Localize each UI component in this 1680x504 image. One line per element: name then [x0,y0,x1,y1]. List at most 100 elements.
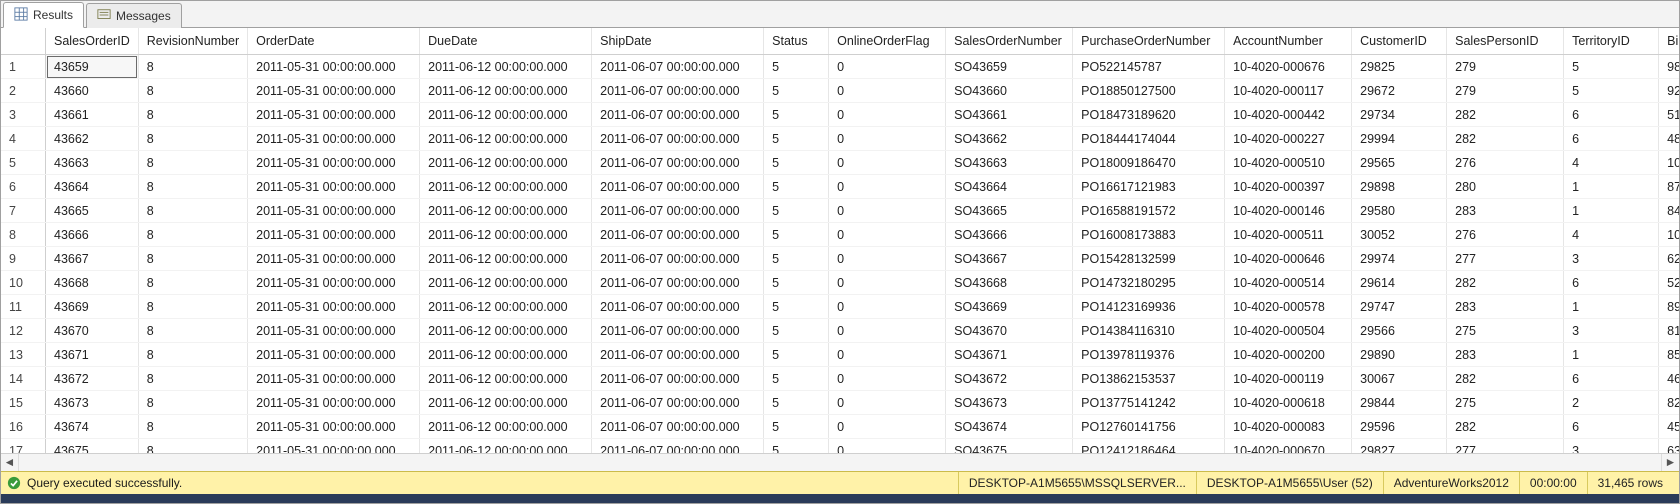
cell-accountnumber[interactable]: 10-4020-000119 [1225,367,1352,391]
results-grid-scroll[interactable]: SalesOrderID RevisionNumber OrderDate Du… [1,28,1679,453]
cell-duedate[interactable]: 2011-06-12 00:00:00.000 [420,175,592,199]
cell-orderdate[interactable]: 2011-05-31 00:00:00.000 [248,127,420,151]
cell-salesorderid[interactable]: 43668 [46,271,139,295]
row-header[interactable]: 12 [1,319,46,343]
cell-purchaseordernumber[interactable]: PO14123169936 [1073,295,1225,319]
horizontal-scrollbar[interactable]: ◄ ► [1,453,1679,471]
table-row[interactable]: 54366382011-05-31 00:00:00.0002011-06-12… [1,151,1679,175]
cell-status[interactable]: 5 [764,295,829,319]
cell-duedate[interactable]: 2011-06-12 00:00:00.000 [420,199,592,223]
cell-salesorderid[interactable]: 43675 [46,439,139,453]
cell-purchaseordernumber[interactable]: PO12412186464 [1073,439,1225,453]
cell-billtoaddressid[interactable]: 517 [1659,103,1679,127]
cell-duedate[interactable]: 2011-06-12 00:00:00.000 [420,55,592,79]
cell-status[interactable]: 5 [764,199,829,223]
cell-shipdate[interactable]: 2011-06-07 00:00:00.000 [592,367,764,391]
row-header[interactable]: 16 [1,415,46,439]
cell-salesorderid[interactable]: 43673 [46,391,139,415]
cell-duedate[interactable]: 2011-06-12 00:00:00.000 [420,415,592,439]
cell-salesorderid[interactable]: 43664 [46,175,139,199]
row-header[interactable]: 6 [1,175,46,199]
row-header[interactable]: 2 [1,79,46,103]
cell-duedate[interactable]: 2011-06-12 00:00:00.000 [420,343,592,367]
cell-salesorderid[interactable]: 43671 [46,343,139,367]
cell-duedate[interactable]: 2011-06-12 00:00:00.000 [420,127,592,151]
table-row[interactable]: 84366682011-05-31 00:00:00.0002011-06-12… [1,223,1679,247]
cell-status[interactable]: 5 [764,79,829,103]
cell-customerid[interactable]: 29898 [1352,175,1447,199]
cell-revisionnumber[interactable]: 8 [138,271,247,295]
col-revisionnumber[interactable]: RevisionNumber [138,28,247,55]
cell-revisionnumber[interactable]: 8 [138,103,247,127]
header-corner[interactable] [1,28,46,55]
cell-territoryid[interactable]: 6 [1564,271,1659,295]
cell-territoryid[interactable]: 1 [1564,343,1659,367]
cell-duedate[interactable]: 2011-06-12 00:00:00.000 [420,271,592,295]
cell-salespersonid[interactable]: 283 [1447,343,1564,367]
cell-salespersonid[interactable]: 279 [1447,55,1564,79]
cell-revisionnumber[interactable]: 8 [138,55,247,79]
col-salesordernumber[interactable]: SalesOrderNumber [946,28,1073,55]
cell-billtoaddressid[interactable]: 629 [1659,247,1679,271]
cell-customerid[interactable]: 29825 [1352,55,1447,79]
cell-shipdate[interactable]: 2011-06-07 00:00:00.000 [592,247,764,271]
table-row[interactable]: 74366582011-05-31 00:00:00.0002011-06-12… [1,199,1679,223]
cell-customerid[interactable]: 29566 [1352,319,1447,343]
cell-billtoaddressid[interactable]: 529 [1659,271,1679,295]
cell-onlineorderflag[interactable]: 0 [829,223,946,247]
row-header[interactable]: 17 [1,439,46,453]
cell-salesorderid[interactable]: 43661 [46,103,139,127]
cell-billtoaddressid[interactable]: 458 [1659,415,1679,439]
cell-shipdate[interactable]: 2011-06-07 00:00:00.000 [592,319,764,343]
cell-salesordernumber[interactable]: SO43665 [946,199,1073,223]
cell-purchaseordernumber[interactable]: PO13978119376 [1073,343,1225,367]
cell-accountnumber[interactable]: 10-4020-000646 [1225,247,1352,271]
cell-orderdate[interactable]: 2011-05-31 00:00:00.000 [248,223,420,247]
cell-customerid[interactable]: 29614 [1352,271,1447,295]
cell-revisionnumber[interactable]: 8 [138,367,247,391]
row-header[interactable]: 5 [1,151,46,175]
cell-onlineorderflag[interactable]: 0 [829,319,946,343]
cell-salespersonid[interactable]: 276 [1447,151,1564,175]
cell-salesorderid[interactable]: 43662 [46,127,139,151]
cell-territoryid[interactable]: 3 [1564,439,1659,453]
cell-orderdate[interactable]: 2011-05-31 00:00:00.000 [248,247,420,271]
cell-salespersonid[interactable]: 279 [1447,79,1564,103]
cell-onlineorderflag[interactable]: 0 [829,151,946,175]
cell-revisionnumber[interactable]: 8 [138,439,247,453]
cell-purchaseordernumber[interactable]: PO16008173883 [1073,223,1225,247]
cell-status[interactable]: 5 [764,103,829,127]
row-header[interactable]: 15 [1,391,46,415]
cell-salesorderid[interactable]: 43670 [46,319,139,343]
cell-salesordernumber[interactable]: SO43671 [946,343,1073,367]
cell-accountnumber[interactable]: 10-4020-000083 [1225,415,1352,439]
col-purchaseordernumber[interactable]: PurchaseOrderNumber [1073,28,1225,55]
cell-shipdate[interactable]: 2011-06-07 00:00:00.000 [592,391,764,415]
cell-revisionnumber[interactable]: 8 [138,127,247,151]
cell-orderdate[interactable]: 2011-05-31 00:00:00.000 [248,439,420,453]
cell-accountnumber[interactable]: 10-4020-000618 [1225,391,1352,415]
table-row[interactable]: 174367582011-05-31 00:00:00.0002011-06-1… [1,439,1679,453]
cell-customerid[interactable]: 29994 [1352,127,1447,151]
cell-status[interactable]: 5 [764,271,829,295]
cell-salesorderid[interactable]: 43669 [46,295,139,319]
cell-revisionnumber[interactable]: 8 [138,151,247,175]
row-header[interactable]: 8 [1,223,46,247]
cell-billtoaddressid[interactable]: 921 [1659,79,1679,103]
cell-customerid[interactable]: 29890 [1352,343,1447,367]
cell-status[interactable]: 5 [764,55,829,79]
cell-orderdate[interactable]: 2011-05-31 00:00:00.000 [248,199,420,223]
cell-salesordernumber[interactable]: SO43670 [946,319,1073,343]
row-header[interactable]: 9 [1,247,46,271]
cell-salespersonid[interactable]: 277 [1447,247,1564,271]
cell-duedate[interactable]: 2011-06-12 00:00:00.000 [420,79,592,103]
cell-salesordernumber[interactable]: SO43664 [946,175,1073,199]
cell-salesorderid[interactable]: 43667 [46,247,139,271]
cell-accountnumber[interactable]: 10-4020-000117 [1225,79,1352,103]
cell-territoryid[interactable]: 6 [1564,127,1659,151]
cell-shipdate[interactable]: 2011-06-07 00:00:00.000 [592,223,764,247]
cell-revisionnumber[interactable]: 8 [138,199,247,223]
cell-orderdate[interactable]: 2011-05-31 00:00:00.000 [248,295,420,319]
table-row[interactable]: 14365982011-05-31 00:00:00.0002011-06-12… [1,55,1679,79]
cell-accountnumber[interactable]: 10-4020-000504 [1225,319,1352,343]
